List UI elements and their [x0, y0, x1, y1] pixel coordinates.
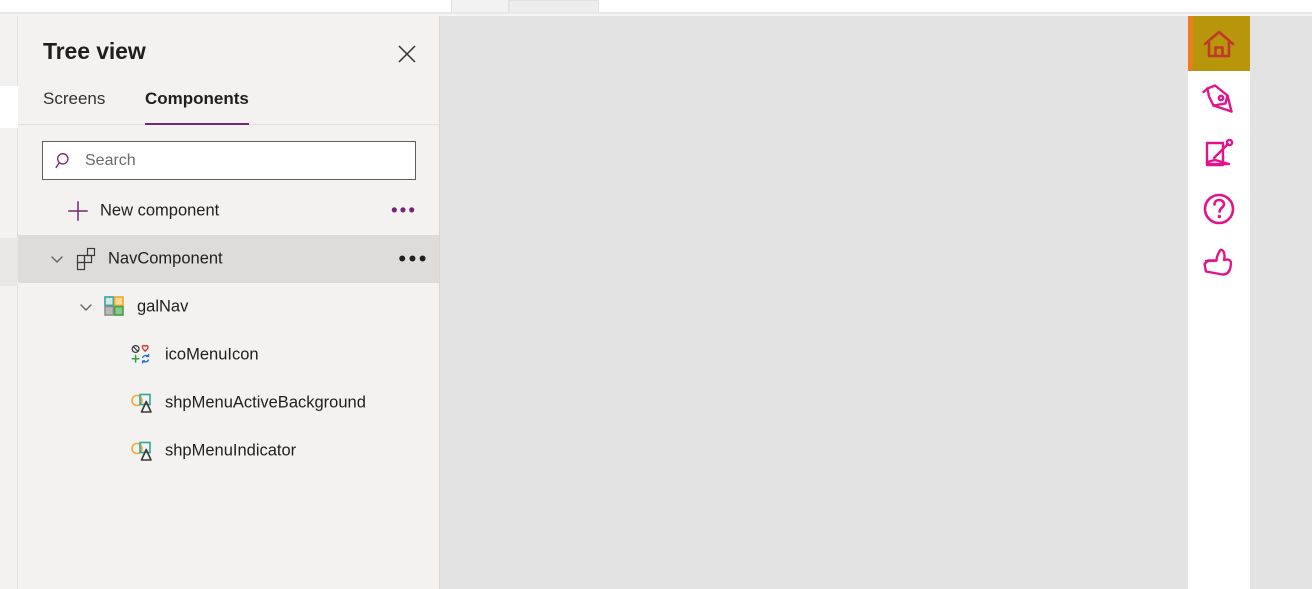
nav-item-help[interactable]: [1188, 181, 1250, 236]
tab-components[interactable]: Components: [145, 86, 249, 125]
chevron-down-icon[interactable]: [46, 248, 68, 270]
panel-tabs: Screens Components: [18, 86, 439, 125]
toolbar-stub-right[interactable]: [509, 0, 599, 12]
tree-view-panel: Tree view Screens Components Search New …: [18, 16, 440, 589]
tree-row-navcomponent[interactable]: NavComponent •••: [18, 235, 439, 283]
left-rail-selected-item[interactable]: [0, 238, 18, 286]
tree-row-icomenuicon[interactable]: icoMenuIcon: [18, 331, 439, 379]
nav-component-preview: [1188, 16, 1250, 589]
new-component-button[interactable]: New component •••: [18, 191, 439, 231]
tree-row-label: icoMenuIcon: [165, 345, 259, 364]
component-icon: [74, 247, 98, 271]
thumbs-up-icon: [1198, 243, 1240, 285]
new-component-overflow-button[interactable]: •••: [391, 202, 417, 221]
help-circle-icon: [1199, 189, 1239, 229]
search-container: [42, 141, 416, 180]
home-icon: [1199, 24, 1239, 64]
tree-row-label: galNav: [137, 297, 189, 316]
component-tree: NavComponent ••• galNav icoMenuIcon shpM…: [18, 235, 439, 475]
nav-item-pen[interactable]: [1188, 71, 1250, 126]
search-icon: [43, 151, 85, 170]
close-icon[interactable]: [391, 38, 423, 70]
nav-item-edit[interactable]: [1188, 126, 1250, 181]
app-window: Tree view Screens Components Search New …: [0, 0, 1312, 589]
shape-icon: [130, 439, 154, 463]
plus-icon: [67, 200, 89, 222]
top-chrome-strip: [0, 0, 1312, 12]
nav-item-thumbs-up[interactable]: [1188, 236, 1250, 291]
tree-row-label: NavComponent: [108, 249, 223, 268]
chevron-down-icon[interactable]: [75, 296, 97, 318]
toolbar-stub-left[interactable]: [451, 0, 509, 12]
left-rail[interactable]: [0, 16, 18, 589]
left-rail-active-item[interactable]: [0, 86, 18, 128]
tree-row-overflow-button[interactable]: •••: [398, 246, 429, 272]
tree-row-label: shpMenuActiveBackground: [165, 393, 366, 412]
search-input[interactable]: [85, 142, 415, 179]
tree-row-shpmenuactivebackground[interactable]: shpMenuActiveBackground: [18, 379, 439, 427]
pen-icon: [1198, 78, 1240, 120]
gallery-icon: [103, 295, 127, 319]
tree-row-shpmenuindicator[interactable]: shpMenuIndicator: [18, 427, 439, 475]
nav-item-home[interactable]: [1188, 16, 1250, 71]
page-title: Tree view: [43, 38, 146, 64]
app-canvas[interactable]: [441, 16, 1312, 589]
tree-row-galnav[interactable]: galNav: [18, 283, 439, 331]
new-component-label: New component: [100, 201, 220, 220]
tree-row-label: shpMenuIndicator: [165, 441, 297, 460]
icon-control-icon: [130, 343, 154, 367]
edit-square-icon: [1199, 134, 1239, 174]
nav-active-indicator: [1188, 16, 1193, 71]
tab-screens[interactable]: Screens: [43, 86, 105, 125]
shape-icon: [130, 391, 154, 415]
search-box[interactable]: [42, 141, 416, 180]
panel-header: Tree view: [18, 16, 439, 86]
